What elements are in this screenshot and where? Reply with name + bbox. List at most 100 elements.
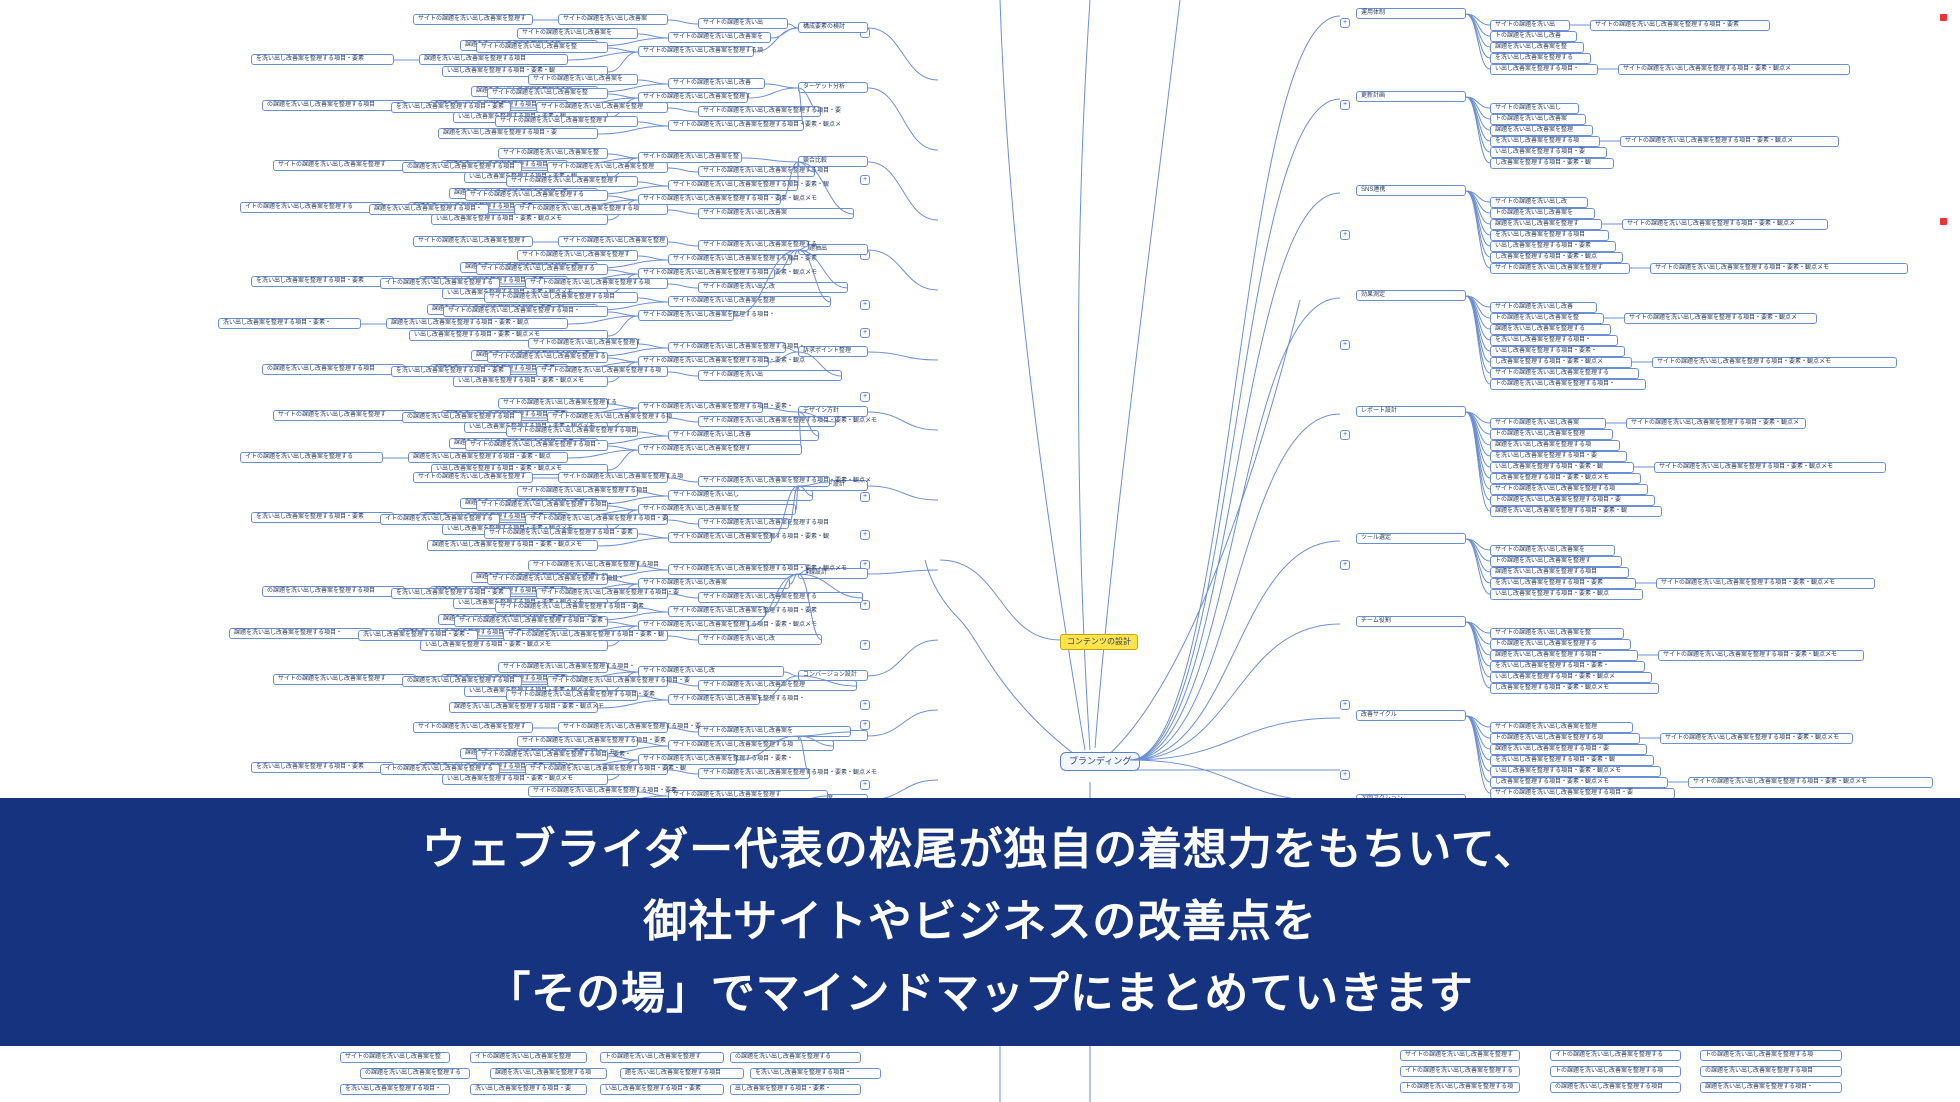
mindmap-node[interactable]: 課題を洗い出し改善案を整理する項目・要素・観点メモ bbox=[449, 702, 598, 713]
mindmap-node[interactable]: 効果測定 bbox=[1356, 290, 1466, 301]
mindmap-node[interactable]: サイトの課題を洗い出し改善案を整理 bbox=[558, 236, 668, 247]
mindmap-node[interactable]: を洗い出し改善案を整理する項目・要素・観 bbox=[1490, 755, 1654, 766]
mindmap-node[interactable]: サイトの課題を洗い出し改善案を整理する項目・要 bbox=[558, 722, 668, 733]
mindmap-node[interactable]: トの課題を洗い出し改善案を整理する項 bbox=[1700, 1050, 1842, 1061]
mindmap-node[interactable]: イトの課題を洗い出し改善案を整理 bbox=[470, 1052, 587, 1063]
mindmap-node[interactable]: し改善案を整理する項目・要素・観点メモ bbox=[1490, 683, 1659, 694]
mindmap-node[interactable]: サイトの課題を洗い出し改善案を整理する項目・要 bbox=[525, 514, 668, 525]
mindmap-node[interactable]: を洗い出し改善案を整理する項目・要素・ bbox=[1490, 661, 1645, 672]
mindmap-node[interactable]: を洗い出し改善案を整理する項目 bbox=[1490, 230, 1609, 241]
mindmap-node[interactable]: サイトの課題を洗い出し改善案を整理する項目・要 bbox=[547, 676, 668, 687]
mindmap-node[interactable]: を洗い出し改善案を整理する項目・要 bbox=[1490, 451, 1627, 462]
mindmap-node[interactable]: 課題を洗い出し改善案を整理す bbox=[1490, 219, 1602, 230]
mindmap-node[interactable]: サイトの課題を洗い出し改善案を整理する項目・要素・観点メ bbox=[1622, 219, 1828, 230]
mindmap-node[interactable]: 課題を洗い出し改善案を整理する項 bbox=[1490, 440, 1620, 451]
mindmap-node[interactable]: サイトの課題を洗い出し改善案を整理 bbox=[1490, 722, 1633, 733]
mindmap-node[interactable]: 課題を洗い出し改善案を整理する項目 bbox=[1490, 567, 1629, 578]
mindmap-node[interactable]: サイトの課題を洗い出し改善案を整理する項目・要素・観点メ bbox=[1624, 313, 1817, 324]
mindmap-node[interactable]: 課題を洗い出し改善案を整理する項目・要素・観 bbox=[1490, 506, 1662, 517]
mindmap-node[interactable]: サイトの課題を洗い出し改善案 bbox=[558, 14, 668, 25]
mindmap-node[interactable]: 課題を洗い出し改善案を整理する項目・ bbox=[1700, 1082, 1842, 1093]
mindmap-node[interactable]: サイトの課題を洗い出し改善案 bbox=[1490, 418, 1606, 429]
mindmap-node[interactable]: トの課題を洗い出し改善案を整理する項 bbox=[1490, 733, 1640, 744]
mindmap-node[interactable]: サイトの課題を洗い出し改善案を整理する項目・要素・観点メ bbox=[1618, 64, 1850, 75]
mindmap-node[interactable]: サイトの課題を洗い出し改善案を整理する項 bbox=[1490, 484, 1648, 495]
mindmap-node[interactable]: サイトの課題を洗い出し改善案を整理す bbox=[273, 410, 416, 421]
mindmap-node[interactable]: サイトの課題を洗い出し改善案を整理する項目・要素・観点メモ bbox=[1654, 462, 1886, 473]
mindmap-node[interactable]: 課題を洗い出し改善案を整理 bbox=[1490, 125, 1593, 136]
mindmap-node[interactable]: の課題を洗い出し改善案を整理する項目 bbox=[262, 100, 405, 111]
mindmap-node[interactable]: し改善案を整理する項目・要素・観点メ bbox=[1490, 357, 1632, 368]
mindmap-node[interactable]: サイトの課題を洗い出し改善案を整理する項 bbox=[514, 204, 668, 215]
mindmap-node[interactable]: サイトの課題を洗い出し改善案を整理する項目・要素・観点メモ bbox=[1660, 733, 1853, 744]
mindmap-node[interactable]: サイトの課題を洗い出し改善案を整理する項 bbox=[558, 472, 668, 483]
mindmap-node[interactable]: トの課題を洗い出し改善案を整理する項目・要 bbox=[1490, 495, 1655, 506]
mindmap-node[interactable]: 洗い出し改善案を整理する項目・要 bbox=[470, 1084, 587, 1095]
mindmap-node[interactable]: 課題を洗い出し改善案を整理する項目・ bbox=[229, 628, 372, 639]
mindmap-node[interactable]: イトの課題を洗い出し改善案を整理する bbox=[380, 514, 500, 525]
mindmap-node[interactable]: 出し改善案を整理する項目・要素・ bbox=[730, 1084, 861, 1095]
mindmap-node[interactable]: サイトの課題を洗い出し改善案を整理する項目・要素・観点メ bbox=[1626, 418, 1806, 429]
mindmap-node[interactable]: サイトの課題を洗い出し改善案を整理する bbox=[1490, 368, 1639, 379]
mindmap-node[interactable]: い出し改善案を整理する項目・要素・ bbox=[1490, 346, 1625, 357]
mindmap-node[interactable]: 運用体制 bbox=[1356, 8, 1466, 19]
mindmap-node[interactable]: サイトの課題を洗い出し改善案を整理す bbox=[413, 14, 533, 25]
mindmap-node[interactable]: の課題を洗い出し改善案を整理する項目 bbox=[262, 364, 405, 375]
mindmap-node[interactable]: を洗い出し改善案を整理する項目・要素 bbox=[391, 588, 511, 599]
mindmap-node[interactable]: い出し改善案を整理する項目・要素・観点メモ bbox=[431, 214, 608, 225]
mindmap-node[interactable]: ツール選定 bbox=[1356, 533, 1466, 544]
mindmap-node[interactable]: を洗い出し改善案を整理する項目・ bbox=[340, 1084, 450, 1095]
mindmap-node[interactable]: 改善サイクル bbox=[1356, 710, 1466, 721]
mindmap-node[interactable]: レポート設計 bbox=[1356, 406, 1466, 417]
mindmap-node[interactable]: の課題を洗い出し改善案を整理する項目 bbox=[1700, 1066, 1842, 1077]
mindmap-node[interactable]: し改善案を整理する項目・要素・観点 bbox=[1490, 252, 1623, 263]
mindmap-node[interactable]: し改善案を整理する項目・要素・観点メモ bbox=[1490, 473, 1641, 484]
mindmap-node[interactable]: サイトの課題を洗い出し改善案を整理する項目・要素・観 bbox=[525, 764, 668, 775]
mindmap-node[interactable]: サイトの課題を洗い出し改善案を整理する項目・ bbox=[668, 694, 760, 705]
mindmap-node[interactable]: を洗い出し改善案を整理する項目・要素 bbox=[251, 276, 394, 287]
mindmap-node[interactable]: い出し改善案を整理する項目・要素・観点メモ bbox=[453, 376, 608, 387]
mindmap-node[interactable]: イトの課題を洗い出し改善案を整理する bbox=[1400, 1066, 1520, 1077]
mindmap-node[interactable]: サイトの課題を洗い出し改善案を bbox=[1490, 545, 1615, 556]
mindmap-node[interactable]: を洗い出し改善案を整理する項目・要素 bbox=[251, 762, 394, 773]
mindmap-node[interactable]: サイトの課題を洗い出し改善案を整 bbox=[340, 1052, 450, 1063]
mindmap-node[interactable]: トの課題を洗い出し改善案を整理する項 bbox=[1400, 1082, 1520, 1093]
mindmap-node[interactable]: い出し改善案を整理する項目・要素・観点 bbox=[1490, 589, 1643, 600]
mindmap-node[interactable]: し改善案を整理する項目・要素・観点メモ bbox=[1490, 777, 1668, 788]
mindmap-node[interactable]: の課題を洗い出し改善案を整理する項目 bbox=[402, 162, 522, 173]
mindmap-node[interactable]: サイトの課題を洗い出し改善案を整理す bbox=[413, 236, 533, 247]
mindmap-node[interactable]: 洗い出し改善案を整理する項目・要素・ bbox=[218, 318, 361, 329]
mindmap-node[interactable]: を洗い出し改善案を整理する項目・ bbox=[750, 1068, 881, 1079]
mindmap-node[interactable]: サイトの課題を洗い出し改善案を整理する項目・要素・観点メ bbox=[1620, 136, 1839, 147]
mindmap-node[interactable]: サイトの課題を洗い出し改善案を整理する項 bbox=[638, 46, 754, 57]
mindmap-node[interactable]: 課題を洗い出し改善案を整 bbox=[1490, 42, 1584, 53]
mindmap-node[interactable]: し改善案を整理する項目・要素・観 bbox=[1490, 158, 1614, 169]
mindmap-node[interactable]: サイトの課題を洗い出し改善案を整 bbox=[1490, 628, 1624, 639]
mindmap-node[interactable]: サイトの課題を洗い出し改善案を整理す bbox=[413, 472, 533, 483]
mindmap-node[interactable]: サイトの課題を洗い出 bbox=[1490, 20, 1570, 31]
mindmap-node[interactable]: トの課題を洗い出し改善案を整理する bbox=[1490, 639, 1631, 650]
mindmap-node[interactable]: サイトの課題を洗い出し改善案を整理する項目・ bbox=[638, 310, 734, 321]
mindmap-node[interactable]: サイトの課題を洗い出し改善案を整理する項目・要素・観点メ bbox=[668, 120, 804, 131]
collapse-toggle[interactable]: + bbox=[860, 392, 870, 402]
mindmap-node[interactable]: 洗い出し改善案を整理する項目・要素・ bbox=[358, 630, 478, 641]
mindmap-node[interactable]: い出し改善案を整理する項目・要素・観点メモ bbox=[420, 640, 608, 651]
mindmap-node[interactable]: サイトの課題を洗い出し改善案を整理 bbox=[536, 102, 668, 113]
mindmap-node[interactable]: 題を洗い出し改善案を整理する項目 bbox=[620, 1068, 744, 1079]
mindmap-node[interactable]: サイトの課題を洗い出し改善案を整理す bbox=[1490, 263, 1630, 274]
mindmap-node[interactable]: サイトの課題を洗い出し改善案を整理する項目・要素 bbox=[1590, 20, 1770, 31]
mindmap-node[interactable]: 課題を洗い出し改善案を整理する項目・ bbox=[369, 204, 489, 215]
mindmap-node[interactable]: サイトの課題を洗い出し改善案を整理する項目・要素・観点メモ bbox=[1656, 578, 1875, 589]
mindmap-node[interactable]: の課題を洗い出し改善案を整理する項目 bbox=[262, 586, 405, 597]
mindmap-node[interactable]: い出し改善案を整理する項目・要素・観点メ bbox=[1490, 672, 1652, 683]
mindmap-node[interactable]: 課題を洗い出し改善案を整理する項 bbox=[490, 1068, 607, 1079]
mindmap-node[interactable]: を洗い出し改善案を整理する項目・要素 bbox=[391, 102, 511, 113]
mindmap-node[interactable]: サイトの課題を洗い出し改善案を整理する項 bbox=[525, 278, 668, 289]
mindmap-node[interactable]: 課題を洗い出し改善案を整理する項目・要 bbox=[1490, 744, 1647, 755]
mindmap-node[interactable]: トの課題を洗い出し改善案を整理する項 bbox=[1550, 1066, 1681, 1077]
mindmap-node[interactable]: を洗い出し改善案を整理する項目・ bbox=[1490, 335, 1618, 346]
mindmap-node[interactable]: を洗い出し改善案を整理する項目・要素 bbox=[251, 54, 394, 65]
mindmap-node[interactable]: サイトの課題を洗い出し改善案を整理す bbox=[1400, 1050, 1520, 1061]
mindmap-node[interactable]: トの課題を洗い出し改善案を整理す bbox=[1490, 556, 1622, 567]
mindmap-node[interactable]: サイトの課題を洗い出し改善案を整理する項目・要 bbox=[536, 588, 668, 599]
